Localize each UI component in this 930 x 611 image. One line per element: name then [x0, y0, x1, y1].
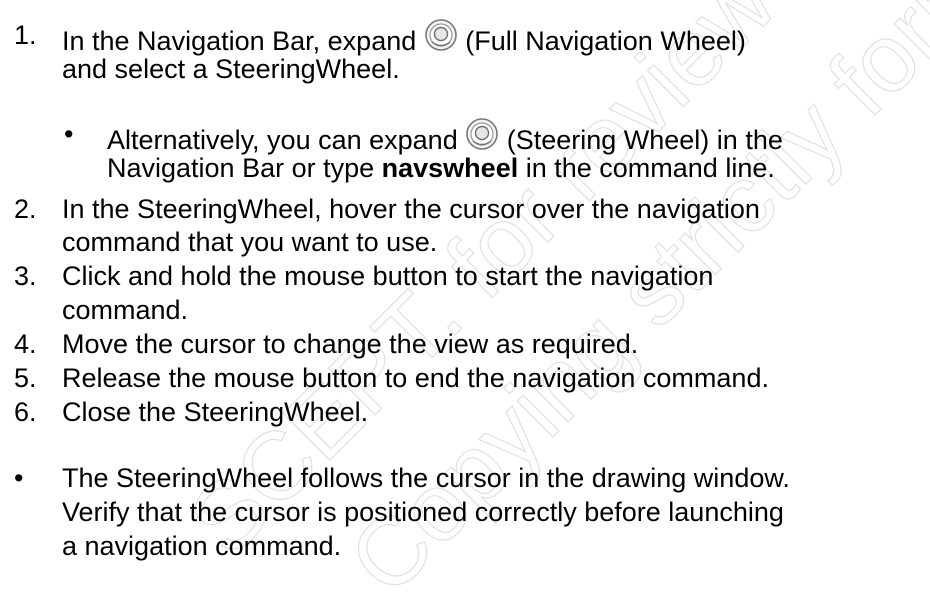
full-navigation-wheel-icon	[424, 18, 458, 52]
procedure-content: 1. In the Navigation Bar, expand (Full N…	[0, 0, 930, 611]
step-5-text: Release the mouse button to end the navi…	[62, 363, 769, 393]
note-text-1: The SteeringWheel follows the cursor in …	[62, 463, 790, 493]
steering-wheel-icon	[465, 117, 499, 151]
step-2-continuation: command that you want to use.	[62, 227, 438, 257]
sub-bullet-line2-after: in the command line.	[518, 153, 775, 183]
step-6-number: 6.	[14, 397, 37, 427]
step-3-text: Click and hold the mouse button to start…	[62, 261, 714, 291]
note-bullet: •	[14, 463, 24, 493]
step-3-continuation: command.	[62, 295, 189, 325]
step-2-number: 2.	[14, 194, 37, 224]
step-2-text: In the SteeringWheel, hover the cursor o…	[62, 194, 760, 224]
step-1-text-after: (Full Navigation Wheel)	[457, 26, 746, 56]
step-4-text: Move the cursor to change the view as re…	[62, 329, 639, 359]
sub-bullet-line2-before: Navigation Bar or type	[107, 153, 382, 183]
step-5-number: 5.	[14, 363, 37, 393]
step-4-number: 4.	[14, 329, 37, 359]
sub-bullet-marker: •	[64, 119, 74, 149]
step-6-text: Close the SteeringWheel.	[62, 397, 369, 427]
command-name: navswheel	[381, 153, 519, 183]
note-text-3: a navigation command.	[62, 531, 342, 561]
step-3-number: 3.	[14, 261, 37, 291]
note-text-2: Verify that the cursor is positioned cor…	[62, 497, 784, 527]
step-1-number: 1.	[14, 20, 37, 50]
step-1-continuation: and select a SteeringWheel.	[62, 54, 400, 84]
